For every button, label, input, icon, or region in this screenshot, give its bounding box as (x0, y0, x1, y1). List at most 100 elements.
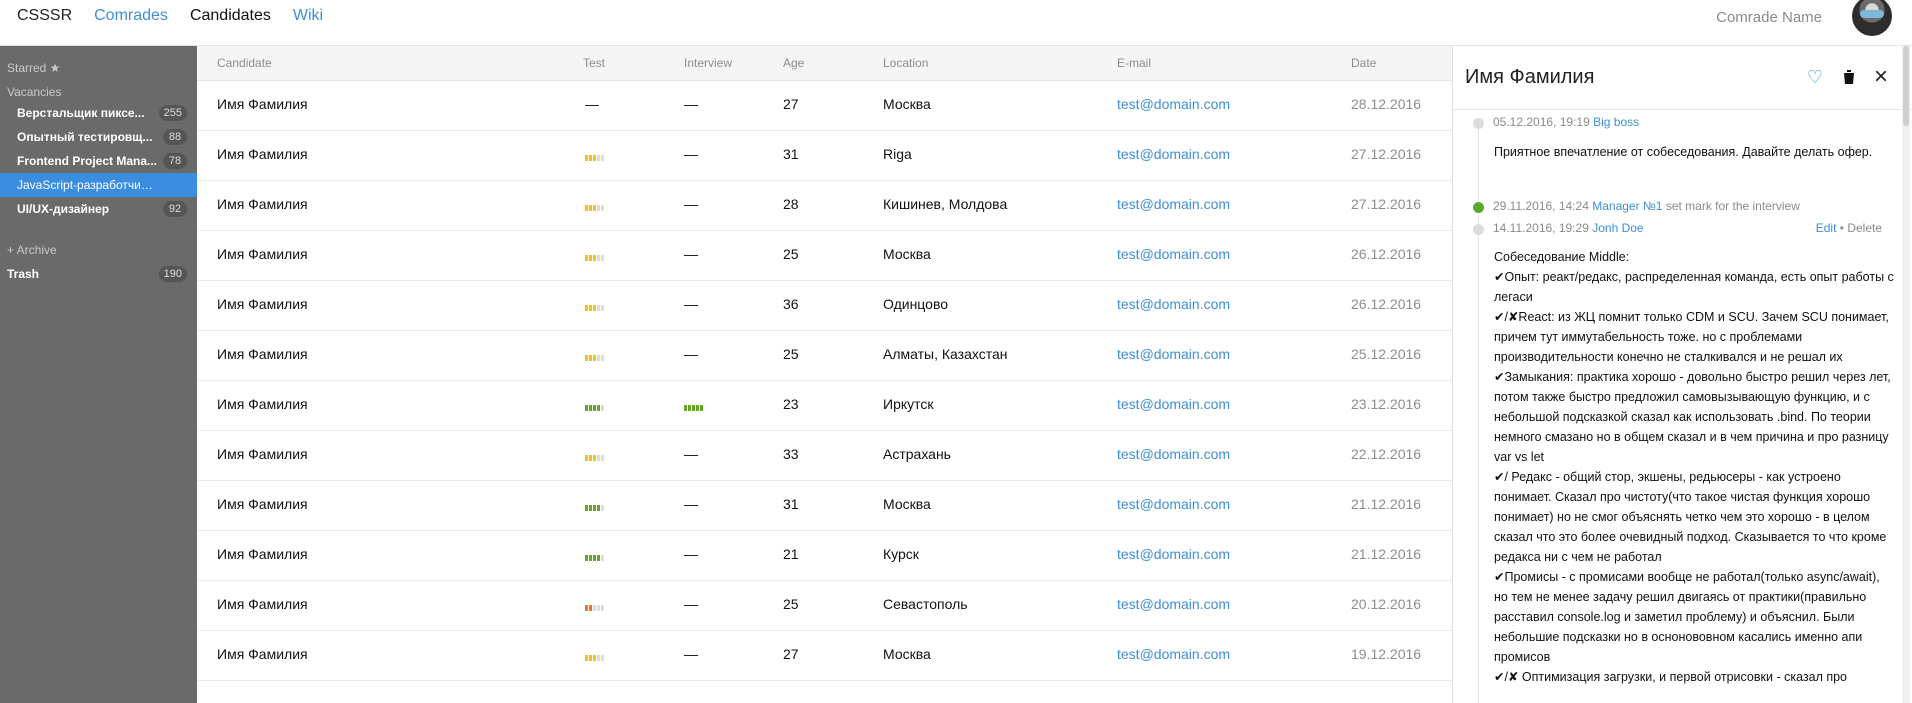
user-avatar[interactable] (1852, 0, 1892, 36)
note-line: ✔Замыкания: практика хорошо - довольно б… (1494, 370, 1891, 464)
table-row[interactable]: Имя Фамилия — 31 Riga test@domain.com 27.12.2… (197, 131, 1452, 181)
table-row[interactable]: Имя Фамилия — 27 Москва test@domain.com 19.12… (197, 631, 1452, 681)
nav-comrades[interactable]: Comrades (94, 7, 168, 25)
panel-scrollbar[interactable] (1902, 46, 1910, 703)
interview-empty: — (684, 196, 698, 212)
rating-segment (684, 405, 687, 411)
timeline-meta: 05.12.2016, 19:19 Big boss (1493, 115, 1639, 129)
table-row[interactable]: Имя Фамилия — 25 Севастополь test@domain.com… (197, 581, 1452, 631)
candidate-date: 21.12.2016 (1351, 546, 1422, 562)
nav-wiki[interactable]: Wiki (293, 7, 323, 25)
rating-segment (597, 155, 600, 161)
vacancy-label: Опытный тестировщ... (17, 130, 153, 144)
comrade-name[interactable]: Comrade Name (1716, 9, 1822, 26)
email-link[interactable]: test@domain.com (1117, 646, 1230, 662)
candidate-age: 33 (783, 446, 799, 462)
panel-header: Имя Фамилия ♡ × (1453, 46, 1912, 110)
nav-candidates[interactable]: Candidates (190, 7, 271, 25)
count-badge: 88 (163, 129, 187, 145)
email-link[interactable]: test@domain.com (1117, 496, 1230, 512)
email-link[interactable]: test@domain.com (1117, 546, 1230, 562)
timeline-author-link[interactable]: Manager №1 (1592, 199, 1662, 213)
candidate-date: 25.12.2016 (1351, 346, 1422, 362)
table-row[interactable]: Имя Фамилия — 25 Москва test@domain.com 26.12… (197, 231, 1452, 281)
vacancy-item[interactable]: Опытный тестировщ... 88 (0, 125, 197, 149)
candidate-age: 27 (783, 96, 799, 112)
column-location[interactable]: Location (883, 56, 928, 70)
candidate-name[interactable]: Имя Фамилия (217, 146, 308, 162)
column-age[interactable]: Age (783, 56, 804, 70)
table-header: Candidate Test Interview Age Location E-… (197, 46, 1452, 81)
delete-link[interactable]: Delete (1847, 221, 1882, 235)
candidate-name[interactable]: Имя Фамилия (217, 446, 308, 462)
rating-segment (593, 305, 596, 311)
edit-link[interactable]: Edit (1816, 221, 1837, 235)
email-link[interactable]: test@domain.com (1117, 196, 1230, 212)
rating-segment (593, 155, 596, 161)
test-score-bars (585, 505, 604, 511)
scroll-thumb[interactable] (1903, 46, 1909, 126)
candidate-name[interactable]: Имя Фамилия (217, 96, 308, 112)
test-score-bars (585, 205, 604, 211)
vacancy-item[interactable]: Frontend Project Mana... 78 (0, 149, 197, 173)
email-link[interactable]: test@domain.com (1117, 146, 1230, 162)
timeline-dot (1473, 118, 1484, 129)
candidate-location: Иркутск (883, 396, 934, 412)
brand-logo[interactable]: CSSSR (17, 7, 72, 25)
table-row[interactable]: Имя Фамилия — — 27 Москва test@domain.com 28.1… (197, 81, 1452, 131)
email-link[interactable]: test@domain.com (1117, 296, 1230, 312)
candidate-name[interactable]: Имя Фамилия (217, 196, 308, 212)
candidate-name[interactable]: Имя Фамилия (217, 596, 308, 612)
candidate-date: 22.12.2016 (1351, 446, 1422, 462)
vacancy-item-selected[interactable]: JavaScript-разработчик (Ang... (0, 173, 197, 197)
candidate-name[interactable]: Имя Фамилия (217, 546, 308, 562)
email-link[interactable]: test@domain.com (1117, 396, 1230, 412)
rating-segment (593, 355, 596, 361)
table-row[interactable]: Имя Фамилия — 36 Одинцово test@domain.com 26.… (197, 281, 1452, 331)
table-row[interactable]: Имя Фамилия — 31 Москва test@domain.com 21.12… (197, 481, 1452, 531)
email-link[interactable]: test@domain.com (1117, 596, 1230, 612)
table-row[interactable]: Имя Фамилия — 25 Алматы, Казахстан test@doma… (197, 331, 1452, 381)
candidate-date: 21.12.2016 (1351, 496, 1422, 512)
email-link[interactable]: test@domain.com (1117, 246, 1230, 262)
timeline-author-link[interactable]: Jonh Doe (1592, 221, 1643, 235)
candidate-name[interactable]: Имя Фамилия (217, 496, 308, 512)
heart-icon[interactable]: ♡ (1805, 67, 1825, 87)
rating-segment (593, 205, 596, 211)
email-link[interactable]: test@domain.com (1117, 96, 1230, 112)
archive-toggle[interactable]: + Archive (7, 243, 57, 257)
rating-segment (585, 355, 588, 361)
candidate-name[interactable]: Имя Фамилия (217, 646, 308, 662)
rating-segment (597, 355, 600, 361)
column-interview[interactable]: Interview (684, 56, 732, 70)
candidate-date: 23.12.2016 (1351, 396, 1422, 412)
table-row[interactable]: Имя Фамилия — 33 Астрахань test@domain.com 22… (197, 431, 1452, 481)
column-candidate[interactable]: Candidate (217, 56, 272, 70)
timeline-author-link[interactable]: Big boss (1593, 115, 1639, 129)
email-link[interactable]: test@domain.com (1117, 446, 1230, 462)
column-email[interactable]: E-mail (1117, 56, 1151, 70)
rating-segment (593, 605, 596, 611)
close-icon[interactable]: × (1871, 65, 1891, 89)
vacancy-item[interactable]: Верстальщик пиксе... 255 (0, 101, 197, 125)
note-line: ✔Опыт: реакт/редакс, распределенная кома… (1494, 270, 1894, 304)
candidate-name[interactable]: Имя Фамилия (217, 396, 308, 412)
trash-item[interactable]: Trash (7, 267, 39, 281)
candidate-name[interactable]: Имя Фамилия (217, 296, 308, 312)
rating-segment (597, 255, 600, 261)
rating-segment (585, 655, 588, 661)
table-row[interactable]: Имя Фамилия — 21 Курск test@domain.com 21.12.… (197, 531, 1452, 581)
trash-icon[interactable] (1839, 67, 1859, 87)
table-row[interactable]: Имя Фамилия — 28 Кишинев, Молдова test@domai… (197, 181, 1452, 231)
test-empty: — (585, 96, 599, 112)
starred-filter[interactable]: Starred ★ (7, 61, 60, 75)
candidate-name[interactable]: Имя Фамилия (217, 246, 308, 262)
table-row[interactable]: Имя Фамилия 23 Иркутск test@domain.com 23.12… (197, 381, 1452, 431)
column-test[interactable]: Test (583, 56, 605, 70)
vacancy-item[interactable]: UI/UX-дизайнер 92 (0, 197, 197, 221)
candidate-name[interactable]: Имя Фамилия (217, 346, 308, 362)
email-link[interactable]: test@domain.com (1117, 346, 1230, 362)
column-date[interactable]: Date (1351, 56, 1376, 70)
interview-empty: — (684, 446, 698, 462)
vacancy-label: JavaScript-разработчик (Ang... (17, 178, 157, 192)
